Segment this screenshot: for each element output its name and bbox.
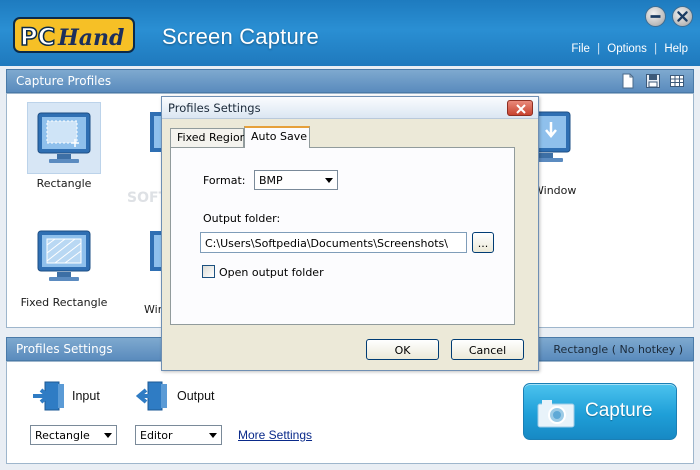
output-folder-label: Output folder: bbox=[203, 212, 281, 225]
pchand-logo: PC Hand bbox=[13, 17, 135, 53]
menu-separator: | bbox=[597, 43, 601, 55]
title-bar: PC Hand Screen Capture File | Options | … bbox=[0, 0, 700, 66]
input-label: Input bbox=[72, 389, 100, 403]
input-select-value: Rectangle bbox=[35, 429, 90, 442]
rectangle-monitor-icon bbox=[37, 112, 91, 163]
menu-separator: | bbox=[654, 43, 658, 55]
cancel-button-label: Cancel bbox=[468, 344, 507, 357]
profiles-settings-title: Profiles Settings bbox=[16, 342, 113, 356]
output-select-value: Editor bbox=[140, 429, 173, 442]
tab-fixed-region[interactable]: Fixed Region bbox=[170, 128, 247, 147]
menu-file[interactable]: File bbox=[571, 43, 590, 55]
browse-button[interactable]: ... bbox=[472, 232, 494, 253]
output-folder-value: C:\Users\Softpedia\Documents\Screenshots… bbox=[205, 237, 448, 250]
profile-label: Win bbox=[144, 303, 165, 316]
camera-icon bbox=[537, 400, 575, 428]
cancel-button[interactable]: Cancel bbox=[451, 339, 524, 360]
format-select[interactable]: BMP bbox=[254, 170, 338, 190]
close-icon bbox=[516, 104, 526, 114]
dialog-title: Profiles Settings bbox=[168, 101, 261, 115]
open-folder-label: Open output folder bbox=[219, 266, 324, 279]
profiles-settings-dialog: Profiles Settings Fixed Region Auto Save… bbox=[161, 96, 539, 371]
open-folder-checkbox[interactable] bbox=[202, 265, 215, 278]
new-profile-icon[interactable] bbox=[620, 73, 636, 89]
grid-view-icon[interactable] bbox=[669, 73, 685, 89]
svg-text:Hand: Hand bbox=[57, 25, 124, 51]
menu-help[interactable]: Help bbox=[664, 43, 688, 55]
chevron-down-icon bbox=[325, 178, 333, 183]
profile-label: Window bbox=[533, 184, 577, 197]
tab-auto-save[interactable]: Auto Save bbox=[244, 126, 310, 148]
app-window: PC Hand Screen Capture File | Options | … bbox=[0, 0, 700, 470]
more-settings-link[interactable]: More Settings bbox=[238, 428, 312, 442]
format-select-value: BMP bbox=[259, 174, 283, 187]
ok-button-label: OK bbox=[394, 344, 411, 357]
chevron-down-icon bbox=[104, 433, 112, 438]
output-select[interactable]: Editor bbox=[135, 425, 222, 445]
input-select[interactable]: Rectangle bbox=[30, 425, 117, 445]
close-button[interactable] bbox=[672, 6, 693, 27]
minimize-button[interactable] bbox=[645, 6, 666, 27]
dialog-title-bar: Profiles Settings bbox=[162, 97, 538, 119]
format-label: Format: bbox=[203, 174, 246, 187]
auto-save-panel: Format: BMP Output folder: C:\Users\Soft… bbox=[170, 147, 515, 325]
current-profile-status: Rectangle ( No hotkey ) bbox=[553, 343, 683, 356]
profile-rectangle[interactable]: Rectangle bbox=[14, 102, 114, 190]
chevron-down-icon bbox=[209, 433, 217, 438]
capture-profiles-header: Capture Profiles bbox=[6, 69, 694, 93]
profile-fixed-rectangle[interactable]: Fixed Rectangle bbox=[14, 221, 114, 309]
profile-window[interactable]: Window bbox=[533, 102, 593, 197]
profile-icon-frame bbox=[102, 221, 162, 300]
menu-options[interactable]: Options bbox=[607, 43, 647, 55]
profile-win-partial[interactable]: Win bbox=[102, 221, 165, 316]
output-icon bbox=[136, 381, 167, 411]
minimize-icon bbox=[650, 15, 661, 18]
app-title: Screen Capture bbox=[162, 24, 319, 49]
profile-label: Rectangle bbox=[36, 177, 92, 190]
ok-button[interactable]: OK bbox=[366, 339, 439, 360]
profile-icon-frame bbox=[533, 102, 593, 181]
profile-icon-frame bbox=[27, 221, 101, 293]
profile-label: Fixed Rectangle bbox=[20, 296, 108, 309]
svg-text:PC: PC bbox=[20, 23, 55, 51]
capture-button[interactable]: Capture bbox=[523, 383, 677, 440]
dialog-close-button[interactable] bbox=[507, 100, 533, 116]
output-folder-field[interactable]: C:\Users\Softpedia\Documents\Screenshots… bbox=[200, 232, 467, 253]
capture-profiles-title: Capture Profiles bbox=[16, 74, 112, 88]
window-monitor-icon bbox=[533, 111, 571, 162]
profile-icon-frame bbox=[27, 102, 101, 174]
save-icon[interactable] bbox=[645, 73, 661, 89]
fixed-rectangle-monitor-icon bbox=[37, 230, 91, 281]
capture-button-label: Capture bbox=[585, 400, 653, 421]
close-icon bbox=[677, 11, 688, 22]
input-icon bbox=[33, 381, 64, 411]
main-menu: File | Options | Help bbox=[571, 43, 688, 55]
output-label: Output bbox=[177, 389, 215, 403]
browse-button-label: ... bbox=[477, 237, 489, 250]
